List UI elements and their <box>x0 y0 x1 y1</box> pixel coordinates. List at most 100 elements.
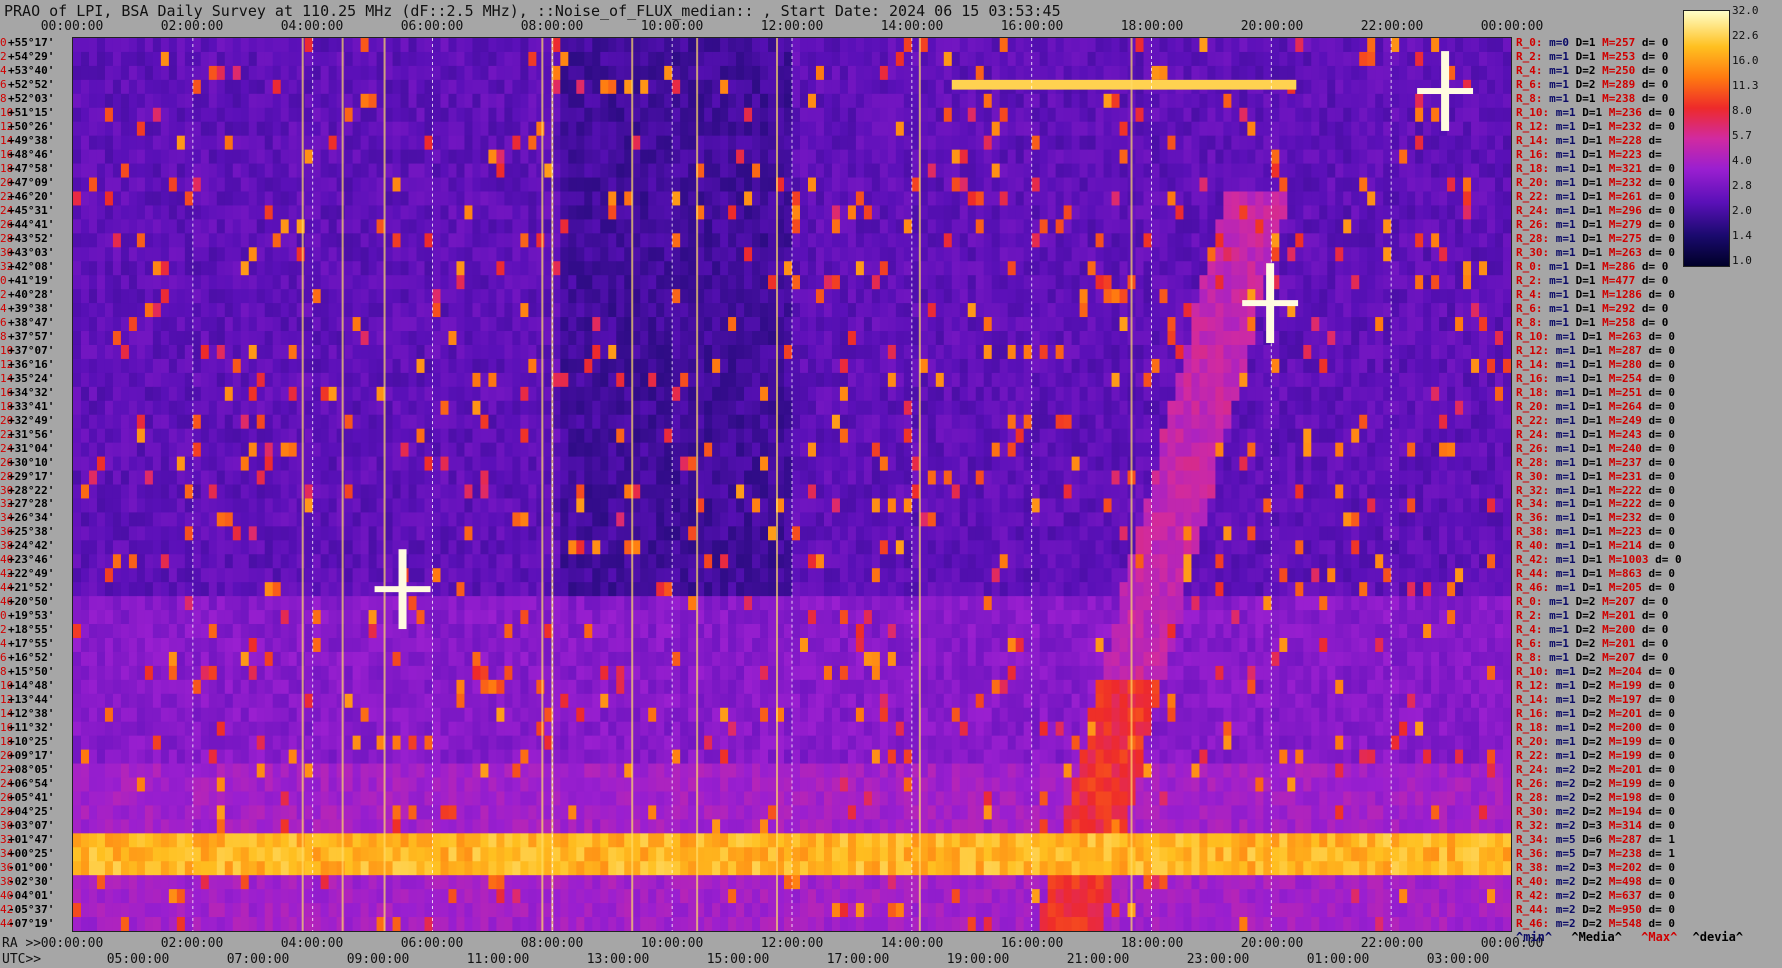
declination-row: 24+31°04' <box>0 443 72 454</box>
heatmap-cell <box>895 303 905 318</box>
heatmap-cell <box>192 65 202 81</box>
heatmap-cell <box>160 331 170 346</box>
heatmap-cell <box>1223 191 1232 206</box>
heatmap-cell <box>752 233 761 248</box>
declination-label: +30°10' <box>8 455 55 469</box>
heatmap-cell <box>1471 191 1480 206</box>
heatmap-cell <box>1207 65 1216 81</box>
heatmap-cell <box>488 289 497 304</box>
heatmap-cell <box>1247 344 1256 360</box>
heatmap-cell <box>192 38 202 53</box>
heatmap-cell <box>552 317 561 332</box>
heatmap-cell <box>967 275 977 290</box>
heatmap-cell <box>360 317 369 332</box>
heatmap-cell <box>352 400 361 416</box>
heatmap-cell <box>424 191 433 206</box>
heatmap-cell <box>680 261 689 276</box>
heatmap-cell <box>528 107 537 123</box>
heatmap-cell <box>1311 233 1320 248</box>
heatmap-cell <box>768 261 777 276</box>
heatmap-cell <box>935 358 945 374</box>
heatmap-cell <box>152 372 162 388</box>
heatmap-cell <box>1239 219 1248 234</box>
heatmap-cell <box>943 65 953 81</box>
heatmap-cell <box>959 233 969 248</box>
heatmap-cell <box>1367 303 1376 318</box>
heatmap-cell <box>784 79 793 95</box>
heatmap-cell <box>712 261 721 276</box>
heatmap-cell <box>1495 93 1504 109</box>
heatmap-cell <box>392 219 401 234</box>
heatmap-cell <box>176 177 186 192</box>
heatmap-cell <box>568 358 577 374</box>
heatmap-cell <box>120 135 130 151</box>
heatmap-cell <box>440 358 449 374</box>
heatmap-cell <box>1407 135 1416 151</box>
heatmap-cell <box>1031 289 1041 304</box>
heatmap-cell <box>1103 289 1112 304</box>
heatmap-cell <box>1455 177 1464 192</box>
heatmap-cell <box>975 51 985 67</box>
heatmap-cell <box>823 121 833 137</box>
heatmap-cell <box>1255 344 1264 360</box>
heatmap-cell <box>879 247 889 262</box>
heatmap-cell <box>1015 191 1025 206</box>
heatmap-cell <box>895 38 905 53</box>
declination-label: +14°48' <box>8 679 55 693</box>
declination-label: +08°05' <box>8 763 55 777</box>
heatmap-cell <box>272 177 282 192</box>
heatmap-cell <box>96 386 106 402</box>
declination-label: +25°38' <box>8 525 55 539</box>
heatmap-cell <box>847 400 857 416</box>
heatmap-cell <box>576 247 585 262</box>
heatmap-cell <box>1343 247 1352 262</box>
heatmap-cell <box>648 219 657 234</box>
heatmap-cell <box>839 191 849 206</box>
heatmap-cell <box>1151 247 1160 262</box>
heatmap-cell <box>1415 51 1424 67</box>
heatmap-cell <box>664 344 673 360</box>
heatmap-cell <box>1431 51 1440 67</box>
heatmap-cell <box>592 233 601 248</box>
heatmap-cell <box>352 219 361 234</box>
heatmap-cell <box>1199 386 1208 402</box>
heatmap-cell <box>807 191 817 206</box>
heatmap-cell <box>951 135 961 151</box>
heatmap-cell <box>576 51 585 67</box>
heatmap-cell <box>240 344 250 360</box>
heatmap-cell <box>568 386 577 402</box>
heatmap-cell <box>1311 191 1320 206</box>
heatmap-cell <box>1455 247 1464 262</box>
heatmap-cell <box>416 317 425 332</box>
heatmap-cell <box>823 107 833 123</box>
heatmap-cell <box>704 93 713 109</box>
heatmap-cell <box>999 149 1009 164</box>
heatmap-cell <box>784 233 793 248</box>
heatmap-cell <box>863 386 873 402</box>
heatmap-cell <box>712 317 721 332</box>
heatmap-cell <box>760 51 769 67</box>
heatmap-cell <box>104 107 114 123</box>
heatmap-cell <box>344 261 354 276</box>
heatmap-cell <box>1119 317 1128 332</box>
heatmap-cell <box>1327 79 1336 95</box>
heatmap-cell <box>656 149 665 164</box>
heatmap-cell <box>160 93 170 109</box>
heatmap-cell <box>192 93 202 109</box>
heatmap-cell <box>608 51 617 67</box>
heatmap-cell <box>664 65 673 81</box>
heatmap-cell <box>1111 372 1120 388</box>
heatmap-cell <box>552 163 561 178</box>
heatmap-cell <box>1351 247 1360 262</box>
heatmap-cell <box>448 135 457 151</box>
heatmap-cell <box>1359 303 1368 318</box>
heatmap-cell <box>680 247 689 262</box>
heatmap-cell <box>1335 219 1344 234</box>
heatmap-cell <box>815 121 825 137</box>
heatmap-cell <box>1207 331 1216 346</box>
heatmap-cell <box>855 233 865 248</box>
heatmap-cell <box>1143 303 1152 318</box>
heatmap-cell <box>656 205 665 220</box>
heatmap-cell <box>792 317 801 332</box>
heatmap-cell <box>216 317 226 332</box>
